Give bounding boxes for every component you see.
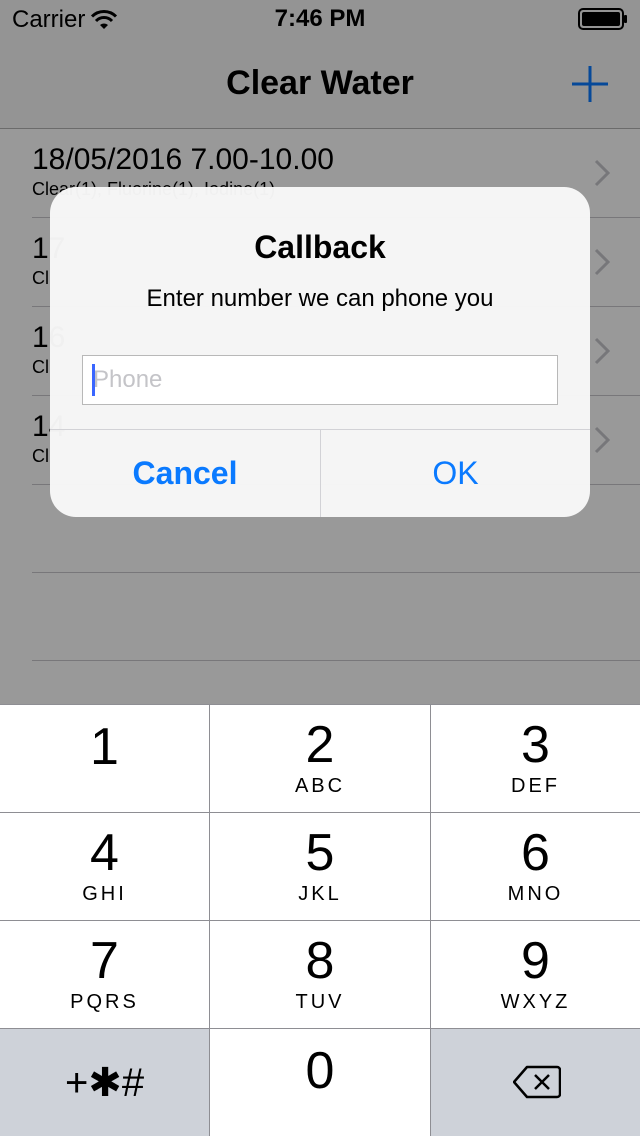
key-letters: GHI <box>82 883 127 905</box>
key-digit: 8 <box>305 932 335 990</box>
key-letters: ABC <box>294 775 346 797</box>
key-letters: WXYZ <box>500 991 571 1013</box>
key-digit: 4 <box>90 824 119 882</box>
backspace-icon <box>513 1065 561 1099</box>
callback-alert: Callback Enter number we can phone you C… <box>50 187 590 517</box>
alert-message: Enter number we can phone you <box>146 285 494 312</box>
text-caret <box>92 364 95 396</box>
key-digit: 2 <box>305 716 335 774</box>
key-digit: 7 <box>90 932 119 990</box>
key-5[interactable]: 5 JKL <box>210 813 430 920</box>
key-digit: 9 <box>521 932 550 990</box>
key-3[interactable]: 3 DEF <box>431 705 640 812</box>
key-letters: TUV <box>295 991 345 1013</box>
key-digit: 1 <box>90 718 119 776</box>
phone-keypad: 1 2 ABC 3 DEF 4 GHI 5 JKL 6 MNO 7 PQRS 8… <box>0 704 640 1136</box>
key-digit: 5 <box>305 824 335 882</box>
key-letters: JKL <box>298 883 342 905</box>
key-digit: 0 <box>305 1042 335 1100</box>
key-digit: 3 <box>521 716 550 774</box>
key-6[interactable]: 6 MNO <box>431 813 640 920</box>
key-letters: MNO <box>507 883 564 905</box>
key-1[interactable]: 1 <box>0 705 209 812</box>
key-symbols[interactable]: +✱# <box>0 1029 209 1136</box>
key-digit: 6 <box>521 824 550 882</box>
key-letters: PQRS <box>70 991 139 1013</box>
key-9[interactable]: 9 WXYZ <box>431 921 640 1028</box>
key-2[interactable]: 2 ABC <box>210 705 430 812</box>
key-4[interactable]: 4 GHI <box>0 813 209 920</box>
phone-input[interactable] <box>82 355 558 405</box>
key-symbols-label: +✱# <box>64 1061 145 1105</box>
cancel-button[interactable]: Cancel <box>50 430 320 517</box>
key-letters: DEF <box>511 775 560 797</box>
key-7[interactable]: 7 PQRS <box>0 921 209 1028</box>
alert-title: Callback <box>254 229 386 265</box>
ok-button[interactable]: OK <box>321 430 590 517</box>
backspace-key[interactable] <box>431 1029 640 1136</box>
key-0[interactable]: 0 <box>210 1029 430 1136</box>
key-8[interactable]: 8 TUV <box>210 921 430 1028</box>
